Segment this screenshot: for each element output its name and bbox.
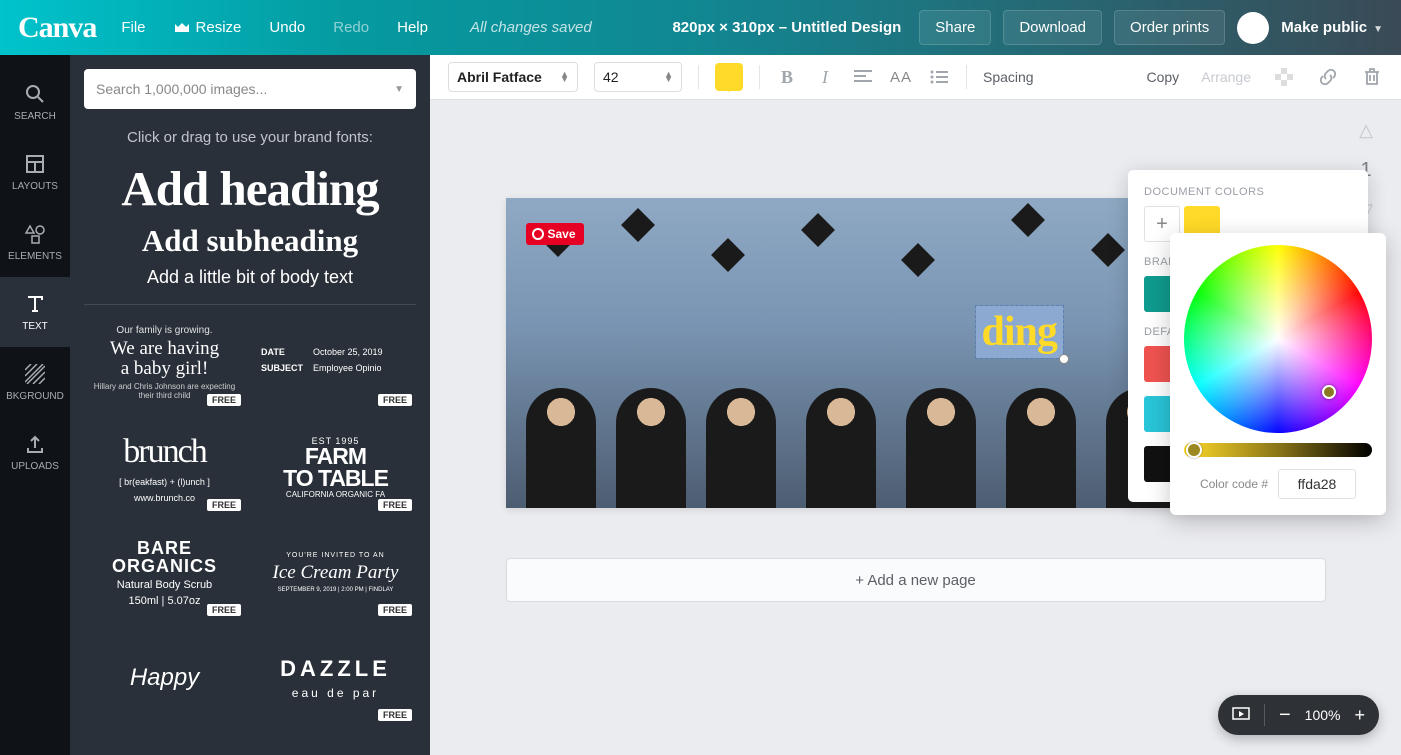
template-item[interactable]: BAREORGANICSNatural Body Scrub150ml | 5.…	[84, 525, 245, 620]
main-menu: File Resize Undo Redo Help All changes s…	[121, 19, 591, 36]
font-size-select[interactable]: 42▲▼	[594, 62, 682, 92]
search-icon	[24, 83, 46, 105]
list-button[interactable]	[928, 70, 950, 84]
canva-logo[interactable]: Canva	[18, 11, 96, 45]
color-wheel-handle[interactable]	[1322, 385, 1336, 399]
nav-text[interactable]: TEXT	[0, 277, 70, 347]
background-icon	[24, 363, 46, 385]
delete-button[interactable]	[1361, 68, 1383, 86]
layouts-icon	[24, 153, 46, 175]
prev-page-icon[interactable]: △	[1359, 120, 1373, 141]
align-button[interactable]	[852, 70, 874, 84]
template-item[interactable]: DATEOctober 25, 2019SUBJECTEmployee Opin…	[255, 315, 416, 410]
brightness-slider[interactable]	[1184, 443, 1372, 457]
main-area: Abril Fatface▲▼ 42▲▼ B I AA Spacing Copy…	[430, 55, 1401, 755]
template-item[interactable]: Happy	[84, 630, 245, 725]
color-code-input[interactable]	[1278, 469, 1356, 499]
template-item[interactable]: YOU'RE INVITED TO ANIce Cream PartySEPTE…	[255, 525, 416, 620]
link-button[interactable]	[1317, 68, 1339, 86]
crown-icon	[174, 22, 190, 34]
nav-elements[interactable]: ELEMENTS	[0, 207, 70, 277]
chevron-down-icon: ▼	[1373, 24, 1383, 35]
image-search-input[interactable]: Search 1,000,000 images...▼	[84, 69, 416, 109]
menu-resize[interactable]: Resize	[174, 19, 242, 36]
save-status: All changes saved	[470, 19, 592, 36]
template-item[interactable]: Our family is growing.We are havinga bab…	[84, 315, 245, 410]
menu-undo[interactable]: Undo	[269, 19, 305, 36]
text-template-grid: Our family is growing.We are havinga bab…	[84, 315, 416, 755]
copy-button[interactable]: Copy	[1147, 69, 1180, 85]
zoom-toolbar: − 100% +	[1218, 695, 1379, 735]
template-item[interactable]: brunch[ br(eakfast) + (l)unch ]www.brunc…	[84, 420, 245, 515]
arrange-button[interactable]: Arrange	[1201, 69, 1251, 85]
upload-icon	[24, 433, 46, 455]
spacing-button[interactable]: Spacing	[983, 69, 1034, 85]
nav-background[interactable]: BKGROUND	[0, 347, 70, 417]
color-wheel[interactable]	[1184, 245, 1372, 433]
zoom-level[interactable]: 100%	[1305, 707, 1341, 723]
share-button[interactable]: Share	[919, 10, 991, 45]
menu-redo[interactable]: Redo	[333, 19, 369, 36]
template-item[interactable]: This award is presented toJAMES LOUISK. …	[255, 735, 416, 755]
color-code-label: Color code #	[1200, 477, 1268, 491]
sort-icon: ▲▼	[664, 72, 673, 83]
font-family-select[interactable]: Abril Fatface▲▼	[448, 62, 578, 92]
add-heading-button[interactable]: Add heading	[84, 160, 416, 217]
uppercase-button[interactable]: AA	[890, 69, 912, 86]
pinterest-save-button[interactable]: Save	[526, 223, 584, 245]
panel-hint: Click or drag to use your brand fonts:	[84, 129, 416, 146]
sort-icon: ▲▼	[560, 72, 569, 83]
text-panel: Search 1,000,000 images...▼ Click or dra…	[70, 55, 430, 755]
menu-help[interactable]: Help	[397, 19, 428, 36]
present-button[interactable]	[1232, 707, 1250, 723]
header-right: 820px × 310px – Untitled Design Share Do…	[672, 10, 1383, 45]
app-header: Canva File Resize Undo Redo Help All cha…	[0, 0, 1401, 55]
transparency-button[interactable]	[1273, 68, 1295, 86]
template-item[interactable]	[84, 735, 245, 755]
zoom-out-button[interactable]: −	[1279, 704, 1291, 727]
text-toolbar: Abril Fatface▲▼ 42▲▼ B I AA Spacing Copy…	[430, 55, 1401, 100]
selected-text-element[interactable]: ding	[976, 306, 1063, 358]
color-picker: Color code #	[1170, 233, 1386, 515]
bold-button[interactable]: B	[776, 67, 798, 88]
zoom-in-button[interactable]: +	[1354, 705, 1365, 726]
side-nav: SEARCH LAYOUTS ELEMENTS TEXT BKGROUND UP…	[0, 55, 70, 755]
section-label: DOCUMENT COLORS	[1144, 186, 1352, 198]
nav-layouts[interactable]: LAYOUTS	[0, 137, 70, 207]
make-public-button[interactable]: Make public▼	[1281, 19, 1383, 36]
nav-uploads[interactable]: UPLOADS	[0, 417, 70, 487]
italic-button[interactable]: I	[814, 67, 836, 88]
text-icon	[24, 293, 46, 315]
add-subheading-button[interactable]: Add subheading	[84, 223, 416, 259]
text-color-button[interactable]	[715, 63, 743, 91]
download-button[interactable]: Download	[1003, 10, 1102, 45]
order-prints-button[interactable]: Order prints	[1114, 10, 1225, 45]
dropdown-icon: ▼	[394, 84, 404, 95]
resize-handle[interactable]	[1059, 354, 1069, 364]
template-item[interactable]: EST 1995FARMTO TABLECALIFORNIA ORGANIC F…	[255, 420, 416, 515]
document-title[interactable]: 820px × 310px – Untitled Design	[672, 19, 901, 36]
nav-search[interactable]: SEARCH	[0, 67, 70, 137]
menu-file[interactable]: File	[121, 19, 145, 36]
template-item[interactable]: DAZZLEeau de parFREE	[255, 630, 416, 725]
elements-icon	[24, 223, 46, 245]
add-body-text-button[interactable]: Add a little bit of body text	[84, 267, 416, 288]
user-avatar[interactable]	[1237, 12, 1269, 44]
slider-handle[interactable]	[1186, 442, 1202, 458]
add-page-button[interactable]: + Add a new page	[506, 558, 1326, 602]
